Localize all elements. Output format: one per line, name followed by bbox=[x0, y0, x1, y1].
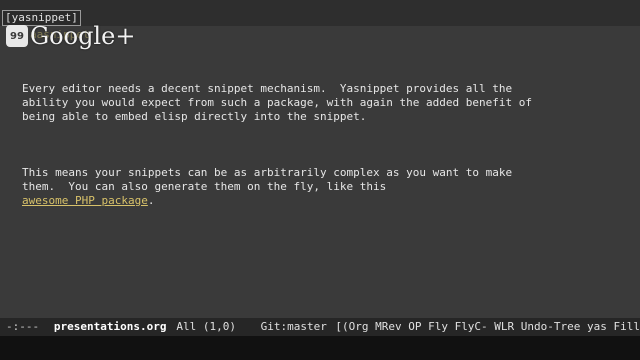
paragraph-1: Every editor needs a decent snippet mech… bbox=[22, 82, 532, 123]
hangout-icon: 99 bbox=[6, 25, 28, 47]
mode-line: -:--- presentations.org All (1,0) Git:ma… bbox=[0, 318, 640, 336]
minor-modes[interactable]: [(Org MRev OP Fly FlyC- WLR Undo-Tree ya… bbox=[335, 318, 640, 336]
echo-area bbox=[0, 336, 640, 360]
paragraph-2-suffix: . bbox=[147, 194, 155, 207]
google-plus-logo: Google+ bbox=[30, 22, 136, 50]
hangout-overlay: 99 Google+ bbox=[6, 22, 135, 50]
buffer-name[interactable]: presentations.org bbox=[54, 318, 177, 336]
vc-branch[interactable]: Git:master bbox=[261, 318, 336, 336]
cursor-position: All (1,0) bbox=[176, 320, 237, 333]
emacs-frame: [yasnippet] aasnippet 99 Google+ Every e… bbox=[0, 0, 640, 360]
paragraph-2: This means your snippets can be as arbit… bbox=[22, 166, 622, 208]
buffer-status: -:--- bbox=[6, 320, 40, 333]
php-package-link[interactable]: awesome PHP package bbox=[22, 194, 148, 207]
editor-buffer[interactable]: Every editor needs a decent snippet mech… bbox=[22, 54, 622, 250]
paragraph-2-text: This means your snippets can be as arbit… bbox=[22, 166, 513, 193]
